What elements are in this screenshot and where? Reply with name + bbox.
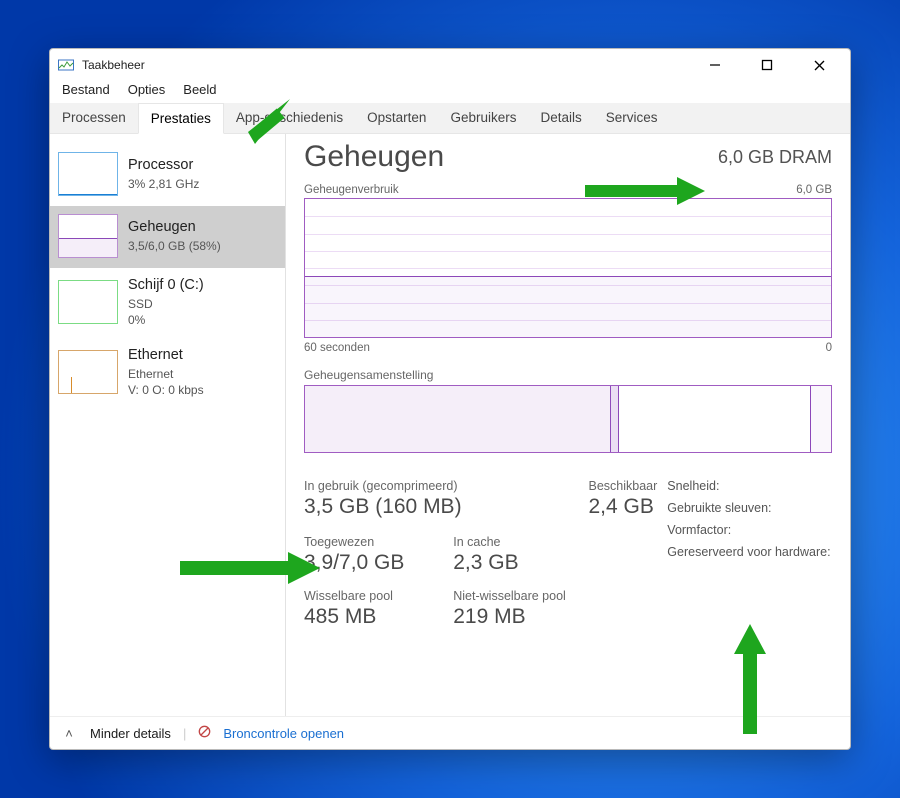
memory-panel: Geheugen 6,0 GB DRAM Geheugenverbruik 6,… — [286, 134, 850, 716]
maximize-button[interactable] — [754, 55, 780, 75]
tab-performance[interactable]: Prestaties — [138, 103, 224, 134]
minimize-button[interactable] — [702, 55, 728, 75]
meta-speed: Snelheid: — [667, 479, 832, 493]
stat-label: Beschikbaar — [589, 479, 658, 494]
stop-icon — [198, 725, 211, 741]
cpu-thumb-icon — [58, 152, 118, 196]
sidebar-label: Geheugen — [128, 218, 221, 238]
footer-bar: ˄ Minder details | Broncontrole openen — [50, 716, 850, 749]
meta-slots: Gebruikte sleuven: — [667, 501, 832, 515]
chevron-up-icon[interactable]: ˄ — [60, 726, 78, 741]
usage-chart-max: 6,0 GB — [796, 184, 832, 196]
close-button[interactable] — [806, 55, 832, 75]
sidebar-item-disk[interactable]: Schijf 0 (C:) SSD 0% — [50, 268, 285, 338]
stat-label: Toegewezen — [304, 535, 429, 550]
tab-services[interactable]: Services — [594, 103, 670, 133]
window-controls — [702, 55, 842, 75]
stat-label: In gebruik (gecomprimeerd) — [304, 479, 579, 494]
memory-composition-chart[interactable] — [304, 385, 832, 453]
tab-users[interactable]: Gebruikers — [438, 103, 528, 133]
perf-sidebar: Processor 3% 2,81 GHz Geheugen 3,5/6,0 G… — [50, 134, 286, 716]
tab-app-history[interactable]: App-geschiedenis — [224, 103, 355, 133]
menu-bar: Bestand Opties Beeld — [50, 81, 850, 103]
stat-value: 2,3 GB — [453, 551, 578, 575]
stat-value: 219 MB — [453, 605, 578, 629]
sidebar-label: Schijf 0 (C:) — [128, 276, 204, 296]
sidebar-label: Processor — [128, 156, 199, 176]
meta-reserved: Gereserveerd voor hardware: — [667, 545, 832, 559]
menu-view[interactable]: Beeld — [183, 82, 216, 97]
ethernet-thumb-icon — [58, 350, 118, 394]
stat-label: Wisselbare pool — [304, 589, 429, 604]
menu-file[interactable]: Bestand — [62, 82, 110, 97]
stat-label: Niet-wisselbare pool — [453, 589, 578, 604]
x-axis-right: 0 — [826, 342, 832, 354]
tab-bar: Processen Prestaties App-geschiedenis Op… — [50, 103, 850, 134]
tab-startup[interactable]: Opstarten — [355, 103, 438, 133]
tab-details[interactable]: Details — [528, 103, 593, 133]
taskmgr-window: Taakbeheer Bestand Opties Beeld Processe… — [49, 48, 851, 750]
title-bar: Taakbeheer — [50, 49, 850, 81]
sidebar-item-cpu[interactable]: Processor 3% 2,81 GHz — [50, 144, 285, 206]
composition-label: Geheugensamenstelling — [304, 368, 832, 382]
window-title: Taakbeheer — [82, 58, 145, 72]
sidebar-sub: 3% 2,81 GHz — [128, 176, 199, 192]
taskmgr-icon — [58, 57, 74, 73]
sidebar-sub: SSD — [128, 296, 204, 312]
disk-thumb-icon — [58, 280, 118, 324]
sidebar-item-memory[interactable]: Geheugen 3,5/6,0 GB (58%) — [50, 206, 285, 268]
x-axis-left: 60 seconden — [304, 342, 370, 354]
stat-label: In cache — [453, 535, 578, 550]
fewer-details-link[interactable]: Minder details — [90, 726, 171, 741]
content-area: Processor 3% 2,81 GHz Geheugen 3,5/6,0 G… — [50, 134, 850, 716]
sidebar-label: Ethernet — [128, 346, 204, 366]
open-resource-monitor-link[interactable]: Broncontrole openen — [223, 726, 344, 741]
sidebar-sub: 3,5/6,0 GB (58%) — [128, 238, 221, 254]
sidebar-sub: 0% — [128, 312, 204, 328]
panel-title: Geheugen — [304, 140, 444, 174]
sidebar-sub: Ethernet — [128, 366, 204, 382]
sidebar-item-ethernet[interactable]: Ethernet Ethernet V: 0 O: 0 kbps — [50, 338, 285, 408]
stat-value: 485 MB — [304, 605, 429, 629]
tab-processes[interactable]: Processen — [50, 103, 138, 133]
memory-usage-chart[interactable] — [304, 198, 832, 338]
sidebar-sub: V: 0 O: 0 kbps — [128, 382, 204, 398]
stat-value: 3,9/7,0 GB — [304, 551, 429, 575]
stat-value: 3,5 GB (160 MB) — [304, 495, 579, 519]
menu-options[interactable]: Opties — [128, 82, 166, 97]
usage-chart-label: Geheugenverbruik — [304, 184, 399, 196]
memory-capacity: 6,0 GB DRAM — [718, 147, 832, 168]
stat-value: 2,4 GB — [589, 495, 658, 519]
meta-form: Vormfactor: — [667, 523, 832, 537]
memory-thumb-icon — [58, 214, 118, 258]
